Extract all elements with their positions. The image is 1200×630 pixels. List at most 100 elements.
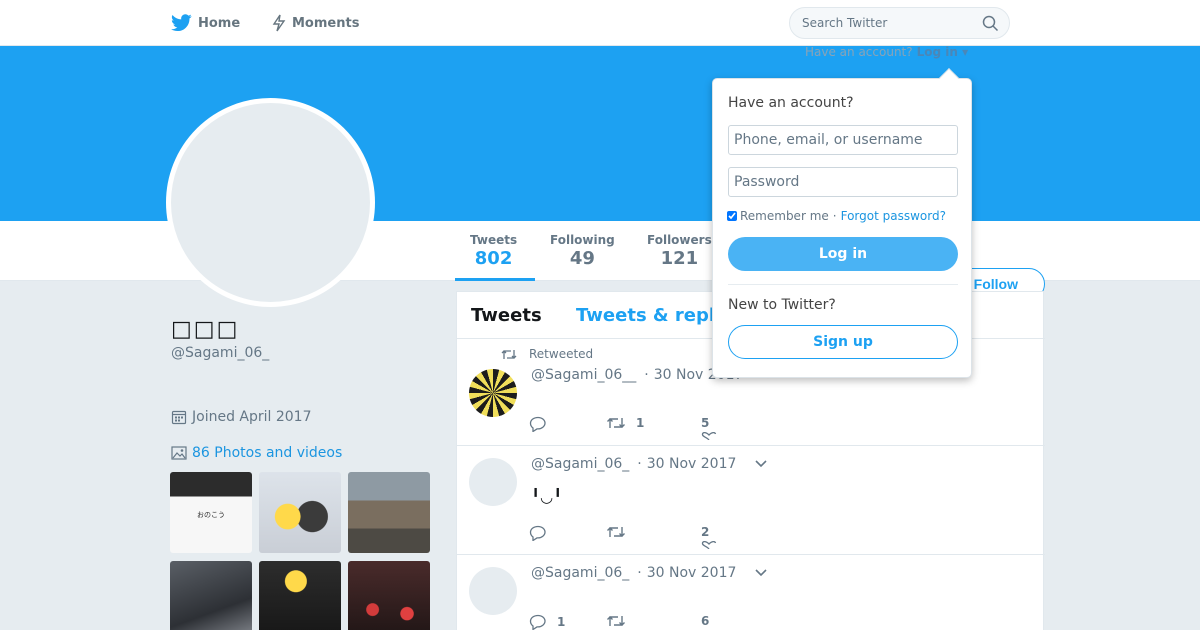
profile-avatar[interactable] [166, 98, 375, 307]
dropdown-title: Have an account? [728, 95, 854, 111]
nav-moments[interactable]: Moments [272, 0, 359, 46]
login-button[interactable]: Log in [728, 237, 958, 271]
top-navigation: Home Moments Search Twitter [0, 0, 1200, 46]
reply-action[interactable]: 1 [529, 614, 565, 630]
reply-icon [529, 614, 547, 630]
lightning-icon [272, 14, 286, 32]
separator-dot: · [832, 209, 837, 223]
tweet-header: @Sagami_06_ · 30 Nov 2017 [531, 565, 768, 581]
stat-following[interactable]: Following 49 [550, 233, 615, 269]
stat-tweets-label: Tweets [470, 233, 518, 247]
search-box[interactable]: Search Twitter [789, 7, 1010, 39]
tweet-actions: 1 6 [529, 614, 829, 630]
username-field[interactable] [728, 125, 958, 155]
signup-button[interactable]: Sign up [728, 325, 958, 359]
media-thumbnail[interactable] [259, 472, 341, 553]
tweet-text: ╹◡╹ [531, 488, 563, 506]
photos-videos-link[interactable]: 86 Photos and videos [171, 445, 342, 461]
retweet-icon [606, 614, 626, 628]
search-input[interactable]: Search Twitter [802, 16, 887, 30]
like-count: 6 [701, 614, 710, 628]
reply-icon [529, 525, 547, 541]
heart-icon [701, 432, 717, 440]
retweet-context: Retweeted [501, 347, 593, 361]
tweet-avatar[interactable] [469, 458, 517, 506]
separator-dot: · [637, 456, 642, 472]
tweet[interactable]: @Sagami_06_ · 30 Nov 2017 1 6 [457, 555, 1045, 630]
retweet-action[interactable] [606, 525, 636, 539]
tweet-date[interactable]: 30 Nov 2017 [647, 456, 737, 472]
remember-me-label[interactable]: Remember me [740, 209, 829, 223]
retweet-action[interactable] [606, 614, 636, 628]
reply-icon [529, 416, 547, 432]
nav-home[interactable]: Home [171, 0, 240, 46]
like-count: 5 [701, 416, 710, 430]
tweet-actions: 1 5 [529, 416, 829, 440]
stat-following-value: 49 [569, 248, 595, 269]
separator-dot: · [644, 367, 649, 383]
tweet-handle[interactable]: @Sagami_06_ [531, 565, 629, 581]
stat-followers-label: Followers [647, 233, 712, 247]
separator-dot: · [637, 565, 642, 581]
profile-handle[interactable]: @Sagami_06_ [171, 345, 269, 361]
tab-tweets[interactable]: Tweets [471, 305, 542, 326]
tweet-handle[interactable]: @Sagami_06__ [531, 367, 636, 383]
retweet-icon [606, 525, 626, 539]
retweet-action[interactable]: 1 [606, 416, 644, 430]
like-action[interactable]: 6 [701, 614, 709, 628]
header-login-prompt: Have an account? Log in ▾ [805, 45, 968, 59]
stat-following-label: Following [550, 233, 615, 247]
stat-tweets-value: 802 [474, 248, 513, 269]
header-login-label: Log in [916, 45, 958, 59]
chevron-down-icon[interactable] [754, 568, 768, 578]
tweet-date[interactable]: 30 Nov 2017 [647, 565, 737, 581]
joined-date: Joined April 2017 [171, 409, 312, 425]
media-thumbnail[interactable] [259, 561, 341, 630]
heart-icon [701, 541, 717, 549]
tweet-avatar[interactable] [469, 369, 517, 417]
reply-count: 1 [557, 615, 566, 629]
calendar-icon [171, 409, 187, 425]
login-dropdown: Have an account? Remember me · Forgot pa… [712, 78, 972, 378]
header-login-link[interactable]: Log in ▾ [917, 45, 969, 59]
retweet-icon [501, 348, 517, 361]
tweet-handle[interactable]: @Sagami_06_ [531, 456, 629, 472]
tweet-header: @Sagami_06_ · 30 Nov 2017 [531, 456, 768, 472]
like-count: 2 [701, 525, 710, 539]
profile-name: □□□ [171, 317, 240, 342]
forgot-password-link[interactable]: Forgot password? [841, 209, 946, 223]
active-tab-underline [455, 278, 535, 281]
joined-text: Joined April 2017 [192, 409, 312, 425]
media-thumbnail[interactable] [170, 561, 252, 630]
have-account-text: Have an account? [805, 45, 913, 59]
media-thumbnail[interactable] [348, 561, 430, 630]
media-thumbnail[interactable]: おのこう [170, 472, 252, 553]
password-field[interactable] [728, 167, 958, 197]
like-action[interactable]: 5 [701, 416, 727, 440]
media-thumbnail[interactable] [348, 472, 430, 553]
twitter-bird-icon [171, 14, 192, 32]
reply-action[interactable] [529, 416, 557, 432]
retweet-count: 1 [636, 416, 645, 430]
retweeted-label: Retweeted [529, 347, 594, 361]
like-action[interactable]: 2 [701, 525, 727, 549]
nav-moments-label: Moments [292, 15, 360, 31]
reply-action[interactable] [529, 525, 557, 541]
stat-tweets[interactable]: Tweets 802 [470, 233, 517, 269]
stat-followers[interactable]: Followers 121 [647, 233, 712, 269]
remember-me-checkbox[interactable] [727, 211, 737, 221]
remember-row: Remember me · Forgot password? [727, 209, 946, 223]
tab-tweets-replies[interactable]: Tweets & repl [576, 305, 715, 326]
stat-followers-value: 121 [660, 248, 699, 269]
tweet-avatar[interactable] [469, 567, 517, 615]
new-to-twitter-text: New to Twitter? [728, 297, 836, 313]
nav-home-label: Home [198, 15, 241, 31]
tweet[interactable]: @Sagami_06_ · 30 Nov 2017 ╹◡╹ 2 [457, 446, 1045, 555]
chevron-down-icon[interactable] [754, 459, 768, 469]
thumbnail-caption: おのこう [197, 511, 225, 519]
retweet-icon [606, 416, 626, 430]
divider [728, 284, 958, 285]
search-icon[interactable] [982, 15, 999, 36]
tweet-actions: 2 [529, 525, 829, 549]
image-icon [171, 445, 187, 461]
